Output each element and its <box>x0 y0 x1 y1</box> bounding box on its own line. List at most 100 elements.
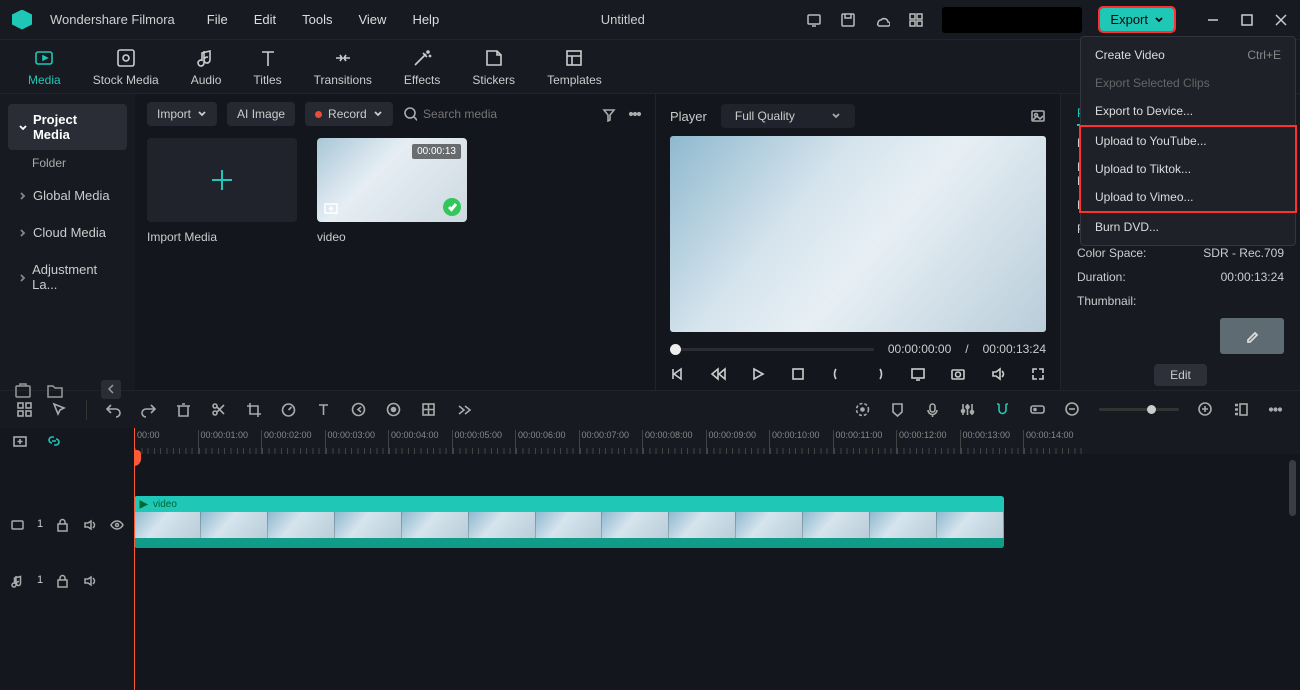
video-track-row[interactable]: video <box>134 496 1300 552</box>
maximize-icon[interactable] <box>1240 13 1254 27</box>
more-tools-icon[interactable] <box>455 401 472 418</box>
prev-frame-icon[interactable] <box>670 366 686 382</box>
upload-tiktok[interactable]: Upload to Tiktok... <box>1081 155 1295 183</box>
import-dropdown[interactable]: Import <box>147 102 217 126</box>
ai-image-button[interactable]: AI Image <box>227 102 295 126</box>
tab-stock-media[interactable]: Stock Media <box>93 47 159 87</box>
import-media-drop[interactable] <box>147 138 297 222</box>
pointer-icon[interactable] <box>51 401 68 418</box>
audio-track-row[interactable] <box>134 564 1300 608</box>
timeline-more-icon[interactable] <box>1267 401 1284 418</box>
edit-button[interactable]: Edit <box>1154 364 1207 386</box>
snapshot-icon[interactable] <box>950 366 966 382</box>
save-icon[interactable] <box>840 12 856 28</box>
tab-stickers[interactable]: Stickers <box>472 47 515 87</box>
more-icon[interactable] <box>627 106 643 122</box>
magnet-snap-icon[interactable] <box>994 401 1011 418</box>
tab-templates[interactable]: Templates <box>547 47 602 87</box>
tab-transitions[interactable]: Transitions <box>314 47 372 87</box>
menu-file[interactable]: File <box>207 12 228 27</box>
timeline-vscroll[interactable] <box>1289 460 1296 516</box>
undo-icon[interactable] <box>105 401 122 418</box>
fullscreen-icon[interactable] <box>1030 366 1046 382</box>
snapshot-image-icon[interactable] <box>1030 108 1046 124</box>
upload-youtube[interactable]: Upload to YouTube... <box>1081 127 1295 155</box>
tab-audio[interactable]: Audio <box>191 47 222 87</box>
close-icon[interactable] <box>1274 13 1288 27</box>
mixer-icon[interactable] <box>959 401 976 418</box>
video-clip[interactable]: video <box>134 496 1004 548</box>
new-bin-icon[interactable] <box>14 381 32 399</box>
grid-icon[interactable] <box>908 12 924 28</box>
mute-icon[interactable] <box>82 517 97 532</box>
zoom-slider[interactable] <box>1099 408 1179 411</box>
menu-tools[interactable]: Tools <box>302 12 332 27</box>
keyframe-icon[interactable] <box>385 401 402 418</box>
media-thumbnail[interactable]: 00:00:13 <box>317 138 467 222</box>
marker-shield-icon[interactable] <box>889 401 906 418</box>
media-item-video[interactable]: 00:00:13 video <box>317 138 467 244</box>
zoom-in-icon[interactable] <box>1197 401 1214 418</box>
menu-help[interactable]: Help <box>412 12 439 27</box>
menu-edit[interactable]: Edit <box>254 12 276 27</box>
play-icon[interactable] <box>750 366 766 382</box>
color-icon[interactable] <box>420 401 437 418</box>
focus-icon[interactable] <box>854 401 871 418</box>
playhead[interactable] <box>134 428 135 690</box>
lock-icon[interactable] <box>55 517 70 532</box>
rewind-icon[interactable] <box>710 366 726 382</box>
cloud-icon[interactable] <box>874 12 890 28</box>
upload-vimeo[interactable]: Upload to Vimeo... <box>1081 183 1295 211</box>
tab-media[interactable]: Media <box>28 47 61 87</box>
video-track-header[interactable]: 1 <box>0 496 134 552</box>
export-button[interactable]: Export <box>1100 8 1174 31</box>
stop-icon[interactable] <box>790 366 806 382</box>
export-create-video[interactable]: Create Video Ctrl+E <box>1081 41 1295 69</box>
lock-icon[interactable] <box>55 573 70 588</box>
timeline-ruler[interactable]: 00:0000:00:01:0000:00:02:0000:00:03:0000… <box>134 428 1300 454</box>
layout-icon[interactable] <box>16 401 33 418</box>
mark-out-icon[interactable] <box>870 366 886 382</box>
audio-track-header[interactable]: 1 <box>0 552 134 608</box>
progress-slider[interactable] <box>670 348 874 351</box>
timeline-body[interactable]: 00:0000:00:01:0000:00:02:0000:00:03:0000… <box>134 428 1300 690</box>
tab-titles[interactable]: Titles <box>253 47 281 87</box>
crop-icon[interactable] <box>245 401 262 418</box>
split-icon[interactable] <box>210 401 227 418</box>
player-viewport[interactable] <box>670 136 1046 332</box>
mute-icon[interactable] <box>82 573 97 588</box>
track-display-icon[interactable] <box>1232 401 1249 418</box>
search-input[interactable] <box>423 107 591 121</box>
sidebar-global-media[interactable]: Global Media <box>8 180 127 211</box>
sidebar-cloud-media[interactable]: Cloud Media <box>8 217 127 248</box>
sidebar-adjustment-layer[interactable]: Adjustment La... <box>8 254 127 300</box>
keyframe-back-icon[interactable] <box>350 401 367 418</box>
speed-icon[interactable] <box>280 401 297 418</box>
link-icon[interactable] <box>46 433 62 449</box>
progress-handle[interactable] <box>670 344 681 355</box>
menu-view[interactable]: View <box>358 12 386 27</box>
thumbnail-preview[interactable] <box>1220 318 1284 354</box>
display-icon[interactable] <box>910 366 926 382</box>
voiceover-icon[interactable] <box>924 401 941 418</box>
minimize-icon[interactable] <box>1206 13 1220 27</box>
delete-icon[interactable] <box>175 401 192 418</box>
playback-quality-select[interactable]: Full Quality <box>721 104 855 128</box>
text-icon[interactable] <box>315 401 332 418</box>
monitor-icon[interactable] <box>806 12 822 28</box>
export-to-device[interactable]: Export to Device... <box>1081 97 1295 125</box>
burn-dvd[interactable]: Burn DVD... <box>1081 213 1295 241</box>
track-add-icon[interactable] <box>12 433 28 449</box>
redo-icon[interactable] <box>140 401 157 418</box>
add-to-timeline-icon[interactable] <box>323 200 339 216</box>
account-area[interactable] <box>942 7 1082 33</box>
mark-in-icon[interactable] <box>830 366 846 382</box>
sidebar-project-media[interactable]: Project Media <box>8 104 127 150</box>
collapse-sidebar[interactable] <box>101 380 121 399</box>
import-media-tile[interactable]: Import Media <box>147 138 297 244</box>
search-media[interactable] <box>403 106 591 122</box>
new-folder-icon[interactable] <box>46 381 64 399</box>
eye-icon[interactable] <box>109 517 124 532</box>
auto-ripple-icon[interactable] <box>1029 401 1046 418</box>
filter-icon[interactable] <box>601 106 617 122</box>
